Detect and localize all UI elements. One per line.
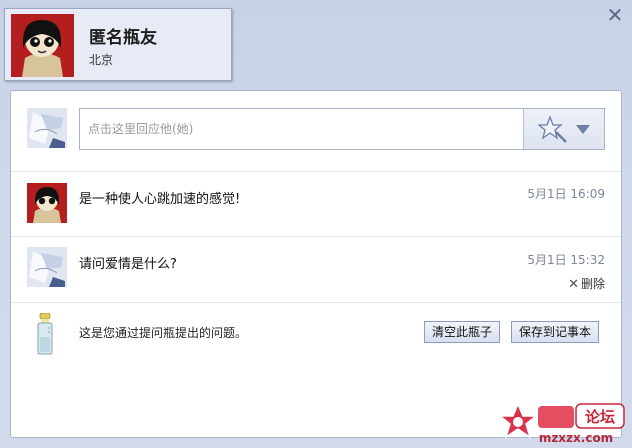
chevron-down-icon [576,125,590,134]
close-icon[interactable]: ✕ [606,5,624,25]
avatar [11,14,74,77]
list-item: 请问爱情是什么? 5月1日 15:32 ✕ 删除 [11,237,621,303]
message-time: 5月1日 16:09 [527,187,605,201]
user-avatar [27,247,67,287]
dialog-window: ✕ 匿名瓶友 北京 点击这里回应他(她) 是一种使人心跳加速的感觉! 5月1日 … [0,0,632,448]
footer-note: 这是您通过提问瓶提出的问题。 [79,326,248,340]
message-time: 5月1日 15:32 [527,253,605,267]
user-avatar [27,108,67,148]
message-text: 是一种使人心跳加速的感觉! [79,192,241,207]
list-item: 是一种使人心跳加速的感觉! 5月1日 16:09 [11,172,621,237]
bottle-icon [37,313,53,355]
conversation-panel: 是一种使人心跳加速的感觉! 5月1日 16:09 请问爱情是什么? 5月1日 1… [10,90,622,438]
magic-wand-icon [538,115,567,143]
delete-label: 删除 [580,277,605,291]
reply-input[interactable] [80,109,520,149]
watermark-text-top: 论坛 [585,408,615,426]
close-icon: ✕ [568,277,579,292]
footer-row: 这是您通过提问瓶提出的问题。 清空此瓶子 保存到记事本 [11,303,621,363]
watermark-text-bottom: mzxzx.com [539,431,613,445]
save-to-notes-button[interactable]: 保存到记事本 [511,321,600,343]
message-text: 请问爱情是什么? [79,257,177,272]
profile-card: 匿名瓶友 北京 [4,8,232,81]
clear-bottle-button[interactable]: 清空此瓶子 [424,321,501,343]
avatar [27,183,67,223]
reply-row [11,91,621,172]
profile-name[interactable]: 匿名瓶友 [89,23,157,48]
profile-city: 北京 [89,53,114,67]
reply-box [79,108,605,150]
emoji-dropdown-button[interactable] [523,109,604,149]
delete-link[interactable]: ✕ 删除 [568,275,605,292]
forum-watermark-logo: 论坛 mzxzx.com [498,402,625,445]
